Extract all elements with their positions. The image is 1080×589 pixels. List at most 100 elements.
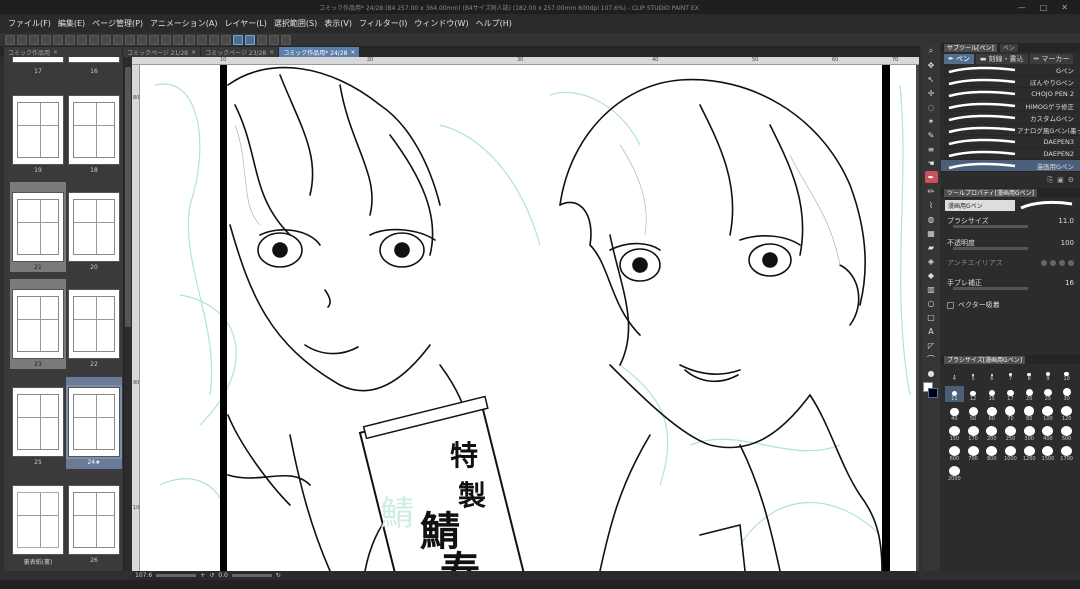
brush-item[interactable]: アナログ風Gペン(墨っぽい) xyxy=(941,124,1080,136)
brush-size-option[interactable]: 300 xyxy=(1020,426,1039,442)
invert-icon[interactable] xyxy=(113,34,123,45)
prop-vector-snap[interactable]: ベクター吸着 xyxy=(941,297,1080,313)
pen-tool-icon[interactable]: ✒ xyxy=(924,171,938,183)
rotate-right-icon[interactable]: ↻ xyxy=(276,572,281,579)
stylus-icon[interactable] xyxy=(269,34,279,45)
brush-icon[interactable]: ⌇ xyxy=(925,199,938,211)
menu-help[interactable]: ヘルプ(H) xyxy=(476,18,512,29)
guide-icon[interactable] xyxy=(185,34,195,45)
menu-page[interactable]: ページ管理(P) xyxy=(92,18,143,29)
page-thumb-back-cover[interactable] xyxy=(12,485,64,555)
menu-animation[interactable]: アニメーション(A) xyxy=(150,18,217,29)
fill-icon[interactable] xyxy=(77,34,87,45)
brush-size-option[interactable]: 80 xyxy=(1020,406,1039,422)
brush-size-option[interactable]: 4 xyxy=(945,366,964,382)
brush-item[interactable]: Gペン xyxy=(941,64,1080,76)
page-panel-scrollbar[interactable] xyxy=(124,57,132,571)
angle-slider[interactable] xyxy=(231,574,272,577)
page-thumb-17[interactable] xyxy=(12,57,64,63)
brush-item[interactable]: CHOJO PEN 2 xyxy=(941,88,1080,100)
subtool-group-marker[interactable]: ✏ マーカー xyxy=(1029,54,1074,64)
eyedropper-icon[interactable]: ✎ xyxy=(925,129,938,141)
copy-icon[interactable]: ⎘ xyxy=(1047,176,1053,185)
tab-close-icon[interactable]: × xyxy=(53,49,58,56)
operation-tool-icon[interactable]: ↖ xyxy=(925,73,938,85)
new-icon[interactable] xyxy=(5,34,15,45)
tab-page-21[interactable]: コミックページ 21/28 × xyxy=(123,47,201,57)
fill-tool-icon[interactable]: ◆ xyxy=(925,269,938,281)
page-thumb-20[interactable] xyxy=(68,192,120,262)
brush-size-option[interactable]: 40 xyxy=(945,406,964,422)
open-icon[interactable] xyxy=(17,34,27,45)
menu-select[interactable]: 選択範囲(S) xyxy=(274,18,317,29)
brush-size-option[interactable]: 30 xyxy=(1057,386,1076,402)
close-button[interactable]: ✕ xyxy=(1061,3,1068,12)
brush-item-selected[interactable]: 漫画用Gペン xyxy=(941,160,1080,172)
page-thumb-24[interactable] xyxy=(66,385,122,459)
brush-size-option[interactable]: 170 xyxy=(964,426,983,442)
subtool-group-pen[interactable]: ✒ ペン xyxy=(944,54,974,64)
brush-size-option[interactable]: 1000 xyxy=(1001,446,1020,462)
zoom-in-icon[interactable]: + xyxy=(200,572,205,579)
pen-pressure-icon[interactable] xyxy=(257,34,267,45)
hatch-icon[interactable] xyxy=(197,34,207,45)
page-thumb-22[interactable] xyxy=(68,289,120,359)
tab-tool-property[interactable]: ツールプロパティ[漫画用Gペン] xyxy=(944,188,1037,197)
brush-item[interactable]: ぼんやりGペン xyxy=(941,76,1080,88)
snap-special-icon[interactable] xyxy=(245,34,255,45)
menu-view[interactable]: 表示(V) xyxy=(324,18,352,29)
snap-icon[interactable] xyxy=(161,34,171,45)
gradient-icon[interactable]: ▥ xyxy=(925,283,938,295)
delete-icon[interactable]: ▣ xyxy=(1057,176,1064,184)
page-thumb-19[interactable] xyxy=(12,95,64,165)
figure-icon[interactable]: ○ xyxy=(925,297,938,309)
blend-icon[interactable]: ◈ xyxy=(925,255,938,267)
pages-icon[interactable] xyxy=(281,34,291,45)
brush-size-option[interactable]: 1500 xyxy=(1039,446,1058,462)
canvas-page[interactable]: 特 製 鯖 寿 鯖 xyxy=(140,65,916,571)
magic-wand-icon[interactable]: ✶ xyxy=(925,115,938,127)
tab-comic-work[interactable]: コミック作品用 × xyxy=(4,47,122,57)
page-thumb-18[interactable] xyxy=(68,95,120,165)
brush-size-option[interactable]: 20 xyxy=(1020,386,1039,402)
tab-page-23[interactable]: コミックページ 23/28 × xyxy=(201,47,279,57)
prop-brush-size[interactable]: ブラシサイズ 11.0 xyxy=(941,213,1080,229)
page-thumb-16[interactable] xyxy=(68,57,120,63)
grid2-icon[interactable] xyxy=(209,34,219,45)
tab-close-icon[interactable]: × xyxy=(191,49,196,56)
menu-icon[interactable]: ≡ xyxy=(925,143,938,155)
page-thumb-23[interactable] xyxy=(12,289,64,359)
menu-layer[interactable]: レイヤー(L) xyxy=(224,18,266,29)
tab-pen[interactable]: ペン xyxy=(999,43,1018,52)
angle-value[interactable]: 0.0 xyxy=(218,572,228,579)
tab-brush-size[interactable]: ブラシサイズ[漫画用Gペン] xyxy=(944,355,1026,364)
brush-size-option[interactable]: 1700 xyxy=(1057,446,1076,462)
eraser-icon[interactable]: ▰ xyxy=(925,241,938,253)
subtool-group-engrave[interactable]: ▬ 刻線・書込 xyxy=(975,54,1028,64)
crop-icon[interactable] xyxy=(125,34,135,45)
pencil-icon[interactable]: ✏ xyxy=(925,185,938,197)
zoom-slider[interactable] xyxy=(156,574,197,577)
minimize-button[interactable]: — xyxy=(1018,3,1026,12)
brush-item[interactable]: カスタムGペン xyxy=(941,112,1080,124)
brush-size-option[interactable]: 25 xyxy=(1039,386,1058,402)
clear-icon[interactable] xyxy=(65,34,75,45)
brush-size-option[interactable]: 12 xyxy=(964,386,983,402)
page-thumb-26[interactable] xyxy=(68,485,120,555)
page-thumb-21[interactable] xyxy=(12,192,64,262)
brush-size-option[interactable]: 150 xyxy=(945,426,964,442)
lasso-icon[interactable]: ◌ xyxy=(925,101,938,113)
brush-size-option[interactable]: 120 xyxy=(1057,406,1076,422)
prop-stabilization[interactable]: 手ブレ補正 16 xyxy=(941,275,1080,291)
undo-icon[interactable] xyxy=(41,34,51,45)
text-tool-icon[interactable]: A xyxy=(925,325,938,337)
tab-subtool[interactable]: サブツール[ペン] xyxy=(944,43,997,52)
zoom-tool-icon[interactable]: ⌕ xyxy=(925,45,938,57)
brush-size-option[interactable]: 8 xyxy=(1020,366,1039,382)
brush-size-option[interactable]: 60 xyxy=(982,406,1001,422)
brush-size-option[interactable]: 600 xyxy=(945,446,964,462)
brush-size-option[interactable]: 1200 xyxy=(1020,446,1039,462)
deselect-icon[interactable] xyxy=(101,34,111,45)
brush-size-option[interactable]: 6 xyxy=(982,366,1001,382)
brush-item[interactable]: DAEPEN2 xyxy=(941,148,1080,160)
